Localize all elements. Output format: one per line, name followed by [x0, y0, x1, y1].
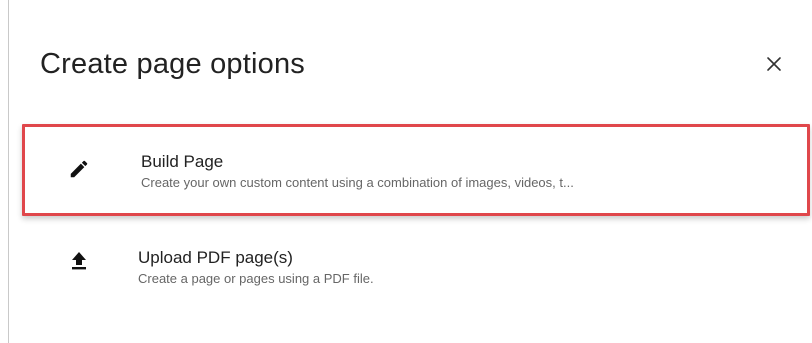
- build-page-label: Build Page: [141, 152, 224, 171]
- upload-icon: [66, 248, 92, 274]
- dialog-title: Create page options: [40, 48, 305, 80]
- build-page-description: Create your own custom content using a c…: [141, 175, 574, 190]
- close-icon: [767, 57, 781, 71]
- upload-pdf-text: Upload PDF page(s) Create a page or page…: [138, 247, 798, 289]
- build-page-option[interactable]: Build Page Create your own custom conten…: [22, 124, 810, 216]
- upload-pdf-option[interactable]: Upload PDF page(s) Create a page or page…: [22, 234, 810, 314]
- upload-pdf-label: Upload PDF page(s): [138, 248, 293, 267]
- pencil-icon: [66, 156, 92, 182]
- upload-pdf-description: Create a page or pages using a PDF file.: [138, 271, 374, 286]
- create-page-options-dialog: Create page options Build Page Create yo…: [0, 0, 812, 343]
- close-button[interactable]: [760, 50, 788, 78]
- build-page-text: Build Page Create your own custom conten…: [141, 151, 801, 193]
- dialog-left-edge: [8, 0, 9, 343]
